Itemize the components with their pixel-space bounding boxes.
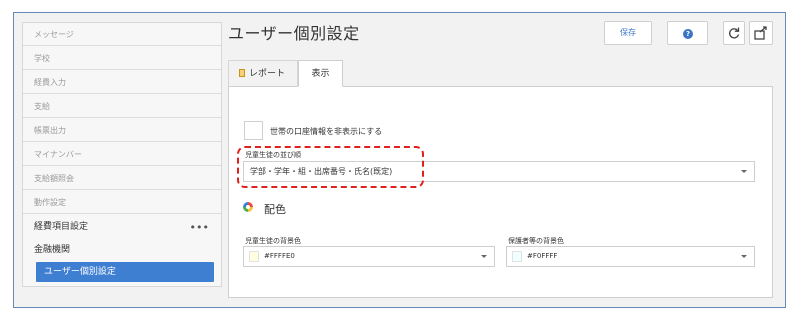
page-title: ユーザー個別設定	[228, 24, 360, 43]
sidebar-item-report-output[interactable]: 帳票出力	[23, 119, 221, 142]
refresh-icon	[729, 27, 740, 39]
student-bg-label: 児童生徒の背景色	[245, 237, 301, 245]
tab-display[interactable]: 表示	[298, 60, 343, 87]
sidebar-item-payment-inquiry[interactable]: 支給額照会	[23, 167, 221, 190]
guardian-bg-label: 保護者等の背景色	[508, 237, 564, 245]
hide-account-label: 世帯の口座情報を非表示にする	[270, 127, 383, 136]
help-icon: ?	[683, 29, 693, 39]
hide-account-checkbox[interactable]	[244, 121, 263, 140]
more-icon[interactable]: •••	[190, 216, 209, 239]
student-bg-value: #FFFFE0	[264, 252, 295, 260]
sidebar-item-label: 学校	[34, 54, 50, 63]
document-icon	[239, 69, 245, 77]
tab-label: レポート	[249, 69, 286, 79]
color-swatch	[512, 251, 522, 262]
sidebar-item-label: 金融機関	[34, 245, 71, 255]
save-button[interactable]: 保存	[604, 21, 652, 45]
highlight-box	[237, 146, 424, 188]
export-icon	[754, 26, 767, 40]
sidebar-item-expense-input[interactable]: 経費入力	[23, 71, 221, 94]
sidebar-item-label: 支給額照会	[34, 174, 74, 183]
guardian-bg-select[interactable]: #F0FFFF	[506, 246, 755, 267]
sidebar-item-school[interactable]: 学校	[23, 47, 221, 70]
guardian-bg-value: #F0FFFF	[527, 252, 558, 260]
sidebar-item-messages[interactable]: メッセージ	[23, 23, 221, 46]
sidebar-item-financial-institution[interactable]: 金融機関	[23, 239, 221, 262]
student-bg-select[interactable]: #FFFFE0	[243, 246, 495, 267]
sidebar-item-label: 帳票出力	[34, 126, 66, 135]
sidebar-item-label: マイナンバー	[34, 150, 82, 159]
sidebar-item-payment[interactable]: 支給	[23, 95, 221, 118]
sidebar-item-operation-settings[interactable]: 動作設定	[23, 191, 221, 214]
sidebar-item-my-number[interactable]: マイナンバー	[23, 143, 221, 166]
sidebar-item-label: メッセージ	[34, 30, 74, 39]
sidebar-item-label: 経費入力	[34, 78, 66, 87]
color-section-title: 配色	[264, 203, 286, 216]
tab-report[interactable]: レポート	[228, 60, 298, 87]
chevron-down-icon	[741, 170, 747, 173]
sidebar-item-label: ユーザー個別設定	[44, 267, 116, 277]
sidebar: メッセージ 学校 経費入力 支給 帳票出力 マイナンバー 支給額照会 動作設定 …	[22, 22, 222, 287]
help-button[interactable]: ?	[667, 21, 708, 45]
chevron-down-icon	[741, 255, 747, 258]
palette-icon	[243, 202, 253, 212]
tab-label: 表示	[311, 69, 330, 79]
refresh-button[interactable]	[723, 21, 745, 45]
sidebar-item-label: 経費項目設定	[34, 222, 89, 232]
sidebar-item-expense-items[interactable]: 経費項目設定 •••	[23, 216, 221, 239]
sidebar-item-label: 動作設定	[34, 198, 66, 207]
export-button[interactable]	[749, 21, 773, 45]
chevron-down-icon	[481, 255, 487, 258]
color-swatch	[249, 251, 259, 262]
sidebar-item-user-settings[interactable]: ユーザー個別設定	[36, 262, 214, 282]
sidebar-item-label: 支給	[34, 102, 50, 111]
